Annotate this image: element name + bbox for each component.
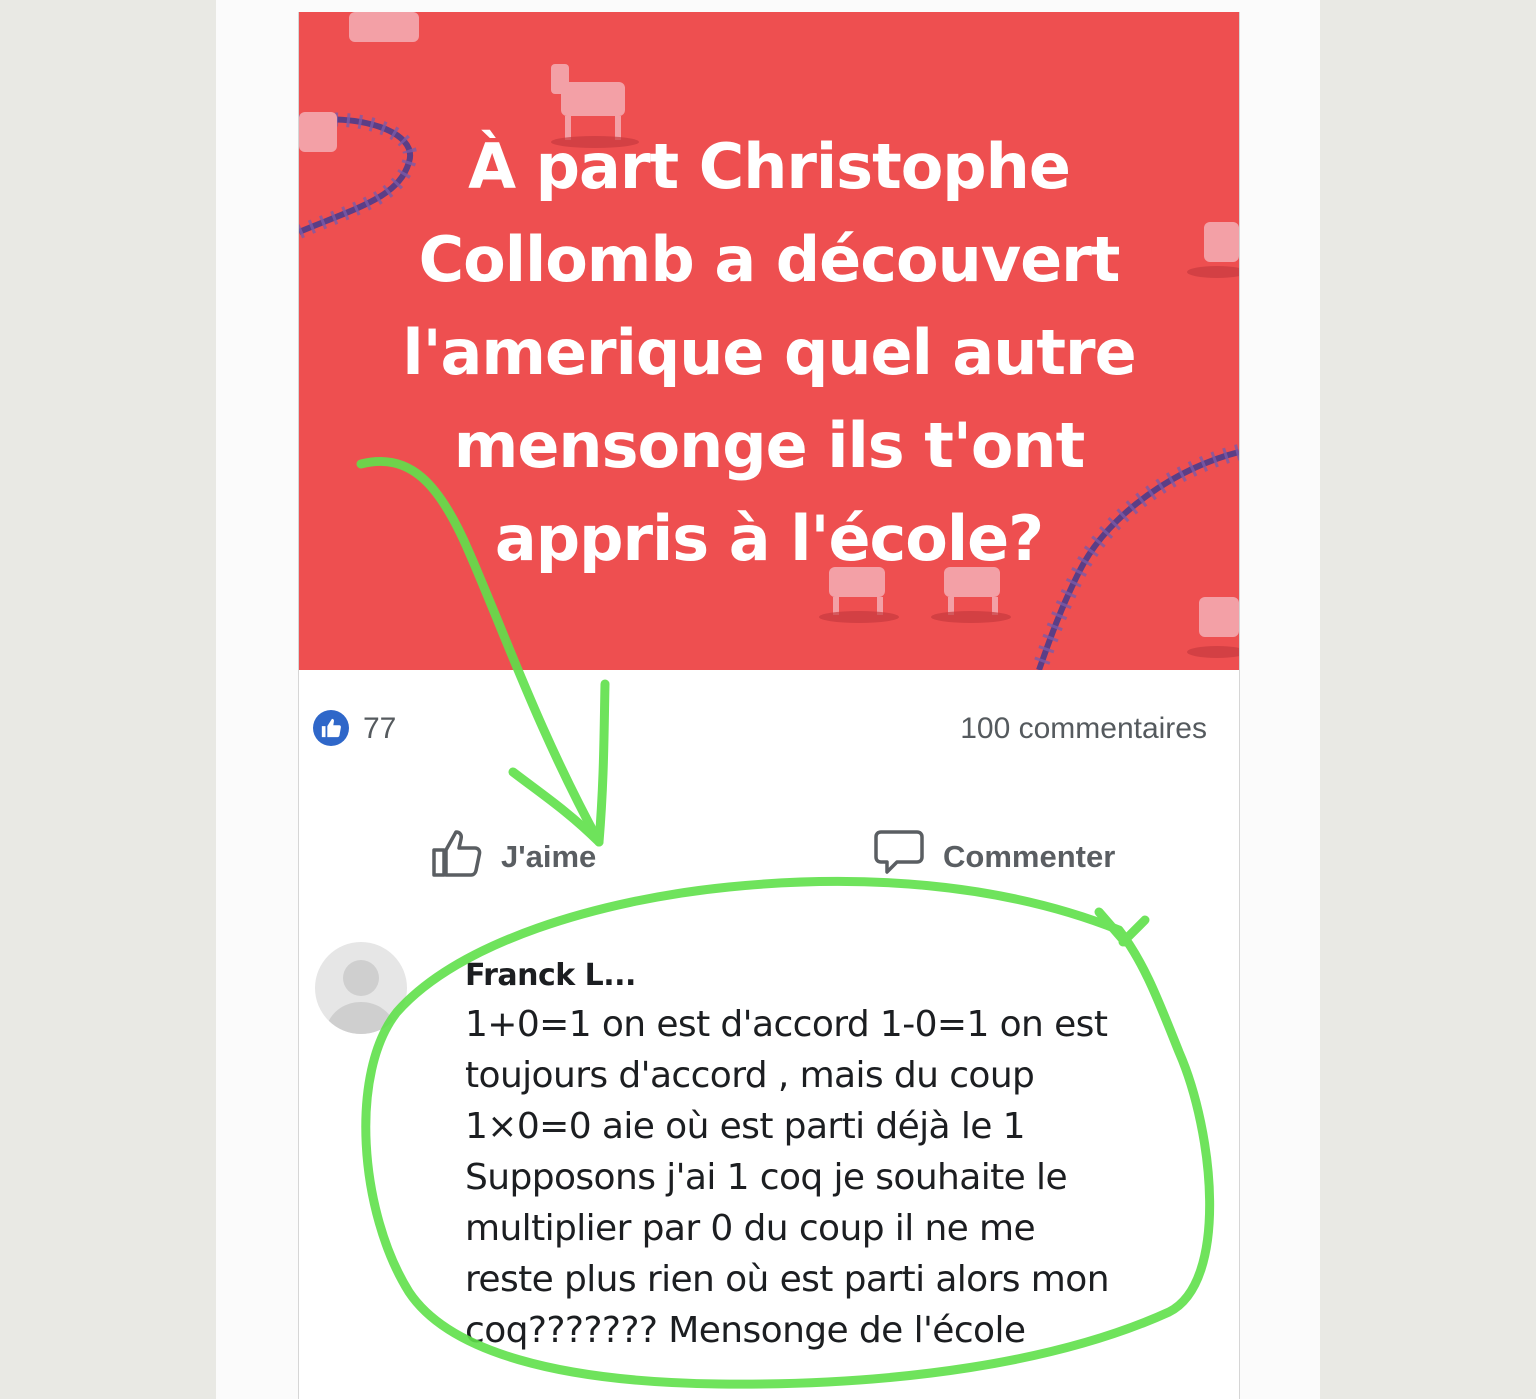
like-button[interactable]: J'aime — [431, 822, 596, 892]
banner-line: mensonge ils t'ont — [453, 409, 1085, 482]
comment-line: reste plus rien où est parti alors mon — [465, 1259, 1110, 1300]
comment-line: 1×0=0 aie où est parti déjà le 1 — [465, 1106, 1026, 1147]
speech-bubble-icon — [873, 828, 925, 886]
comment-text: 1+0=1 on est d'accord 1-0=1 on est toujo… — [465, 999, 1205, 1356]
facebook-post: À part Christophe Collomb a découvert l'… — [298, 12, 1240, 1399]
comments-count-link[interactable]: 100 commentaires — [960, 712, 1207, 746]
comment-item: Franck L... 1+0=1 on est d'accord 1-0=1 … — [299, 932, 1239, 1399]
comment-line: Supposons j'ai 1 coq je souhaite le — [465, 1157, 1068, 1198]
like-button-label: J'aime — [501, 839, 597, 874]
avatar-silhouette-icon[interactable] — [315, 942, 407, 1034]
comment-line: coq??????? Mensonge de l'école — [465, 1310, 1026, 1351]
banner-question: À part Christophe Collomb a découvert l'… — [359, 120, 1179, 585]
comment-line: multiplier par 0 du coup il ne me — [465, 1208, 1036, 1249]
thumbs-up-icon — [431, 828, 483, 886]
thumbs-up-badge-icon[interactable] — [313, 710, 349, 746]
like-count[interactable]: 77 — [363, 712, 396, 746]
comment-line: toujours d'accord , mais du coup — [465, 1055, 1035, 1096]
comment-button[interactable]: Commenter — [873, 822, 1115, 892]
banner-line: Collomb a découvert — [418, 223, 1121, 296]
comment-line: 1+0=1 on est d'accord 1-0=1 on est — [465, 1004, 1108, 1045]
reaction-stats-bar: 77 100 commentaires — [299, 702, 1239, 752]
comment-button-label: Commenter — [943, 839, 1116, 874]
banner-line: appris à l'école? — [494, 502, 1044, 575]
comment-bubble: Franck L... 1+0=1 on est d'accord 1-0=1 … — [465, 958, 1205, 1356]
post-actions-bar: J'aime Commenter — [299, 822, 1239, 892]
post-image-banner: À part Christophe Collomb a découvert l'… — [299, 12, 1239, 670]
comment-author-name[interactable]: Franck L... — [465, 958, 1205, 993]
banner-line: l'amerique quel autre — [402, 316, 1136, 389]
banner-line: À part Christophe — [468, 130, 1071, 203]
